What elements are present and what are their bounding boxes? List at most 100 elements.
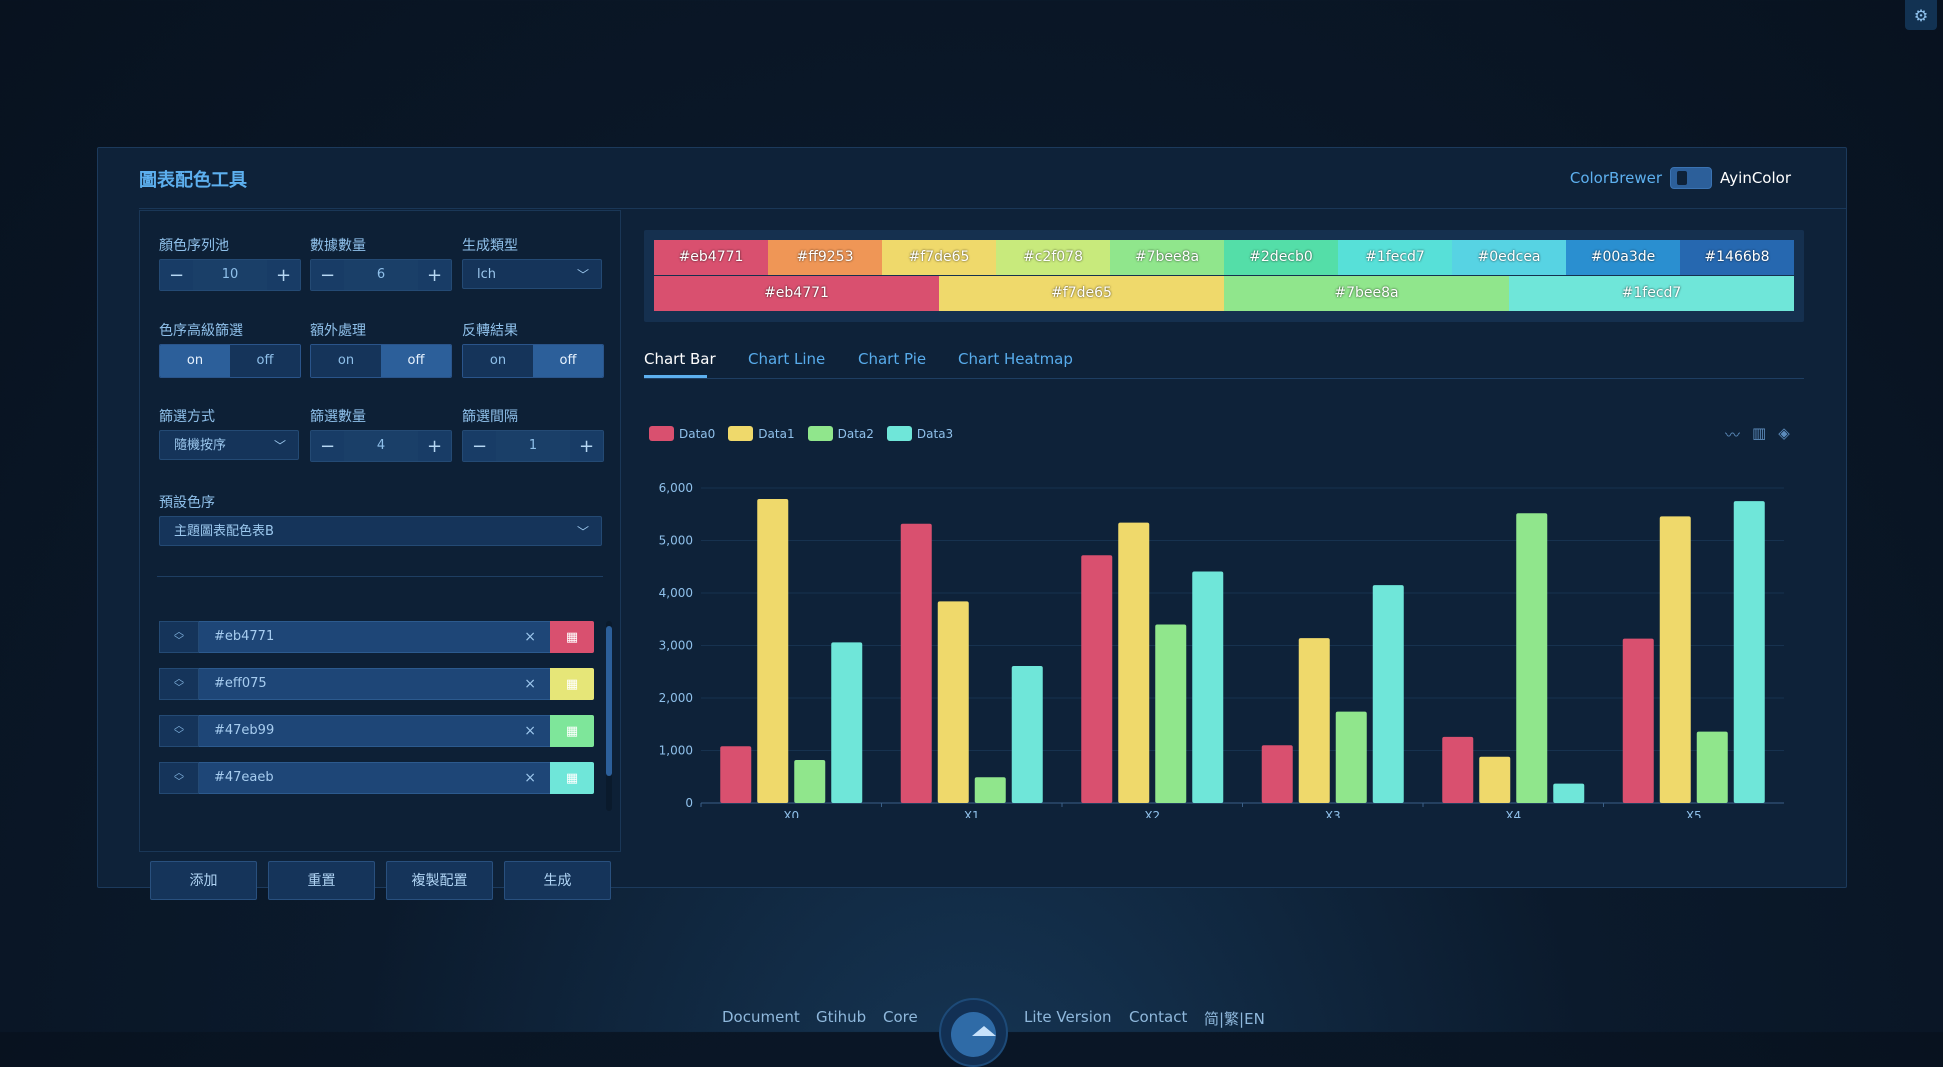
footer-contact-link[interactable]: Contact [1129, 1008, 1187, 1026]
filter-interval-stepper[interactable]: − 1 + [462, 430, 604, 462]
palette-swatch[interactable]: #1fecd7 [1338, 240, 1452, 275]
off-option[interactable]: off [533, 345, 603, 377]
decrement-button[interactable]: − [463, 431, 496, 461]
y-tick-label: 5,000 [659, 534, 693, 548]
palette-swatch[interactable]: #7bee8a [1110, 240, 1224, 275]
preset-select[interactable]: 主題圖表配色表B ﹀ [159, 516, 602, 546]
color-list-scrollbar[interactable] [606, 621, 612, 811]
footer-language-switch[interactable]: 简|繁|EN [1204, 1008, 1265, 1029]
on-option[interactable]: on [311, 345, 381, 377]
filter-count-value[interactable]: 4 [344, 431, 418, 461]
preset-label: 預設色序 [159, 495, 215, 511]
palette-swatch[interactable]: #1466b8 [1680, 240, 1794, 275]
reorder-handle-icon[interactable]: ︿ ﹀ [159, 668, 199, 700]
increment-button[interactable]: + [418, 260, 451, 290]
legend-swatch [807, 426, 833, 441]
scroll-top-inner [951, 1012, 996, 1057]
settings-gear-icon[interactable]: ⚙ [1905, 0, 1937, 30]
filter-interval-value[interactable]: 1 [496, 431, 570, 461]
add-button[interactable]: 添加 [150, 861, 257, 900]
increment-button[interactable]: + [267, 260, 300, 290]
clear-icon[interactable]: × [524, 716, 536, 746]
clear-icon[interactable]: × [524, 763, 536, 793]
color-hex-input[interactable]: #eff075 × [199, 668, 550, 700]
y-tick-label: 4,000 [659, 586, 693, 600]
palette-swatch[interactable]: #0edcea [1452, 240, 1566, 275]
reorder-handle-icon[interactable]: ︿ ﹀ [159, 621, 199, 653]
palette-swatch[interactable]: #1fecd7 [1509, 276, 1794, 311]
color-hex-input[interactable]: #eb4771 × [199, 621, 550, 653]
palette-row-selected: #eb4771 #f7de65 #7bee8a #1fecd7 [654, 276, 1794, 311]
palette-swatch[interactable]: #7bee8a [1224, 276, 1509, 311]
copy-config-button[interactable]: 複製配置 [386, 861, 493, 900]
footer-document-link[interactable]: Document [722, 1008, 800, 1026]
reverse-toggle[interactable]: on off [462, 344, 604, 378]
legend-item[interactable]: Data0 [649, 426, 715, 441]
palette-swatch[interactable]: #f7de65 [939, 276, 1224, 311]
color-hex-input[interactable]: #47eb99 × [199, 715, 550, 747]
footer-github-link[interactable]: Gtihub [816, 1008, 866, 1026]
stack-icon[interactable]: ◈ [1778, 424, 1790, 445]
off-option[interactable]: off [230, 345, 300, 377]
x-tick-label: X4 [1505, 809, 1521, 818]
tab-chart-line[interactable]: Chart Line [748, 350, 825, 368]
footer-core-link[interactable]: Core [883, 1008, 918, 1026]
source-toggle[interactable] [1670, 167, 1713, 189]
color-hex-value: #47eb99 [214, 723, 275, 738]
palette-swatch[interactable]: #ff9253 [768, 240, 882, 275]
extra-process-toggle[interactable]: on off [310, 344, 452, 378]
on-option[interactable]: on [160, 345, 230, 377]
legend-item[interactable]: Data2 [807, 426, 874, 441]
bar [1118, 522, 1150, 803]
tab-chart-bar[interactable]: Chart Bar [644, 350, 716, 368]
grid-icon: ▦ [565, 676, 579, 692]
line-chart-icon[interactable]: 〰 [1725, 424, 1740, 445]
clear-icon[interactable]: × [524, 622, 536, 652]
scroll-top-button[interactable] [939, 998, 1008, 1067]
on-option[interactable]: on [463, 345, 533, 377]
generate-button[interactable]: 生成 [504, 861, 611, 900]
filter-mode-select[interactable]: 隨機按序 ﹀ [159, 430, 299, 460]
bar [1516, 513, 1548, 803]
color-picker-button[interactable]: ▦ [550, 715, 594, 747]
decrement-button[interactable]: − [160, 260, 193, 290]
color-picker-button[interactable]: ▦ [550, 762, 594, 794]
extra-process-label: 額外處理 [310, 323, 366, 339]
bar-chart-icon[interactable]: ▥ [1752, 424, 1766, 445]
color-picker-button[interactable]: ▦ [550, 621, 594, 653]
tab-chart-pie[interactable]: Chart Pie [858, 350, 926, 368]
color-hex-input[interactable]: #47eaeb × [199, 762, 550, 794]
decrement-button[interactable]: − [311, 260, 344, 290]
palette-swatch[interactable]: #eb4771 [654, 240, 768, 275]
filter-count-stepper[interactable]: − 4 + [310, 430, 452, 462]
data-count-value[interactable]: 6 [344, 260, 418, 290]
reset-button[interactable]: 重置 [268, 861, 375, 900]
palette-swatch[interactable]: #eb4771 [654, 276, 939, 311]
y-tick-label: 6,000 [659, 481, 693, 495]
legend-label: Data0 [679, 426, 716, 441]
color-picker-button[interactable]: ▦ [550, 668, 594, 700]
increment-button[interactable]: + [418, 431, 451, 461]
tab-chart-heatmap[interactable]: Chart Heatmap [958, 350, 1073, 368]
color-count-value[interactable]: 10 [193, 260, 267, 290]
off-option[interactable]: off [381, 345, 451, 377]
clear-icon[interactable]: × [524, 669, 536, 699]
footer-lite-link[interactable]: Lite Version [1024, 1008, 1112, 1026]
advanced-filter-toggle[interactable]: on off [159, 344, 301, 378]
palette-swatch[interactable]: #f7de65 [882, 240, 996, 275]
gen-type-select[interactable]: lch ﹀ [462, 259, 602, 289]
decrement-button[interactable]: − [311, 431, 344, 461]
palette-swatch[interactable]: #2decb0 [1224, 240, 1338, 275]
data-count-stepper[interactable]: − 6 + [310, 259, 452, 291]
increment-button[interactable]: + [570, 431, 603, 461]
color-hex-value: #eb4771 [214, 629, 275, 644]
bar [1261, 745, 1293, 803]
palette-swatch[interactable]: #00a3de [1566, 240, 1680, 275]
reorder-handle-icon[interactable]: ︿ ﹀ [159, 715, 199, 747]
legend-item[interactable]: Data1 [728, 426, 795, 441]
reorder-handle-icon[interactable]: ︿ ﹀ [159, 762, 199, 794]
legend-item[interactable]: Data3 [886, 426, 953, 441]
scrollbar-thumb[interactable] [606, 626, 612, 776]
palette-swatch[interactable]: #c2f078 [996, 240, 1110, 275]
color-count-stepper[interactable]: − 10 + [159, 259, 301, 291]
